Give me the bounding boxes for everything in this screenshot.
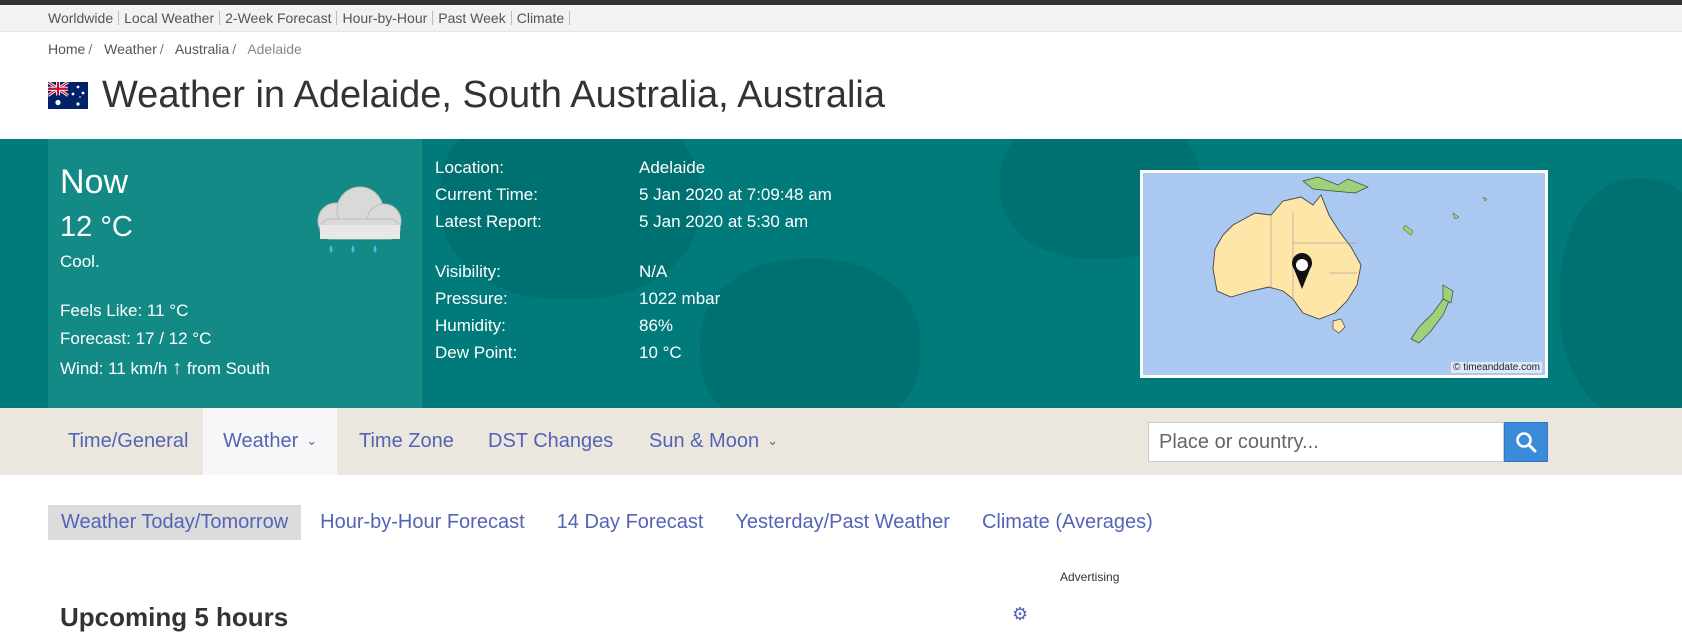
detail-value: 86% — [639, 316, 674, 335]
detail-row-dew-point: Dew Point: 10 °C — [435, 343, 832, 370]
nav-dst-changes[interactable]: DST Changes — [468, 408, 633, 475]
top-subnav: Worldwide Local Weather 2-Week Forecast … — [0, 5, 1682, 32]
subnav-2-week-forecast[interactable]: 2-Week Forecast — [220, 11, 338, 25]
detail-key: Dew Point: — [435, 343, 518, 362]
weather-hero: Now 12 °C Cool. Feels Like: 11 °C Foreca… — [0, 139, 1682, 408]
detail-value: Adelaide — [639, 158, 706, 177]
weather-tabs: Weather Today/Tomorrow Hour-by-Hour Fore… — [48, 505, 1172, 540]
tab-hour-by-hour-forecast[interactable]: Hour-by-Hour Forecast — [307, 505, 538, 540]
tab-yesterday-past-weather[interactable]: Yesterday/Past Weather — [722, 505, 963, 540]
detail-value: 5 Jan 2020 at 7:09:48 am — [639, 185, 832, 204]
detail-value: 10 °C — [639, 343, 682, 362]
breadcrumb-australia[interactable]: Australia — [175, 41, 229, 57]
now-panel: Now 12 °C Cool. Feels Like: 11 °C Foreca… — [48, 139, 422, 408]
breadcrumb-current: Adelaide — [247, 41, 302, 57]
detail-row-current-time: Current Time: 5 Jan 2020 at 7:09:48 am — [435, 185, 832, 212]
wind-info: Wind: 11 km/h ↑ from South — [60, 357, 270, 380]
feels-like: Feels Like: 11 °C — [60, 301, 189, 320]
detail-row-latest-report: Latest Report: 5 Jan 2020 at 5:30 am — [435, 212, 832, 239]
chevron-down-icon: ⌄ — [767, 433, 778, 448]
detail-key: Current Time: — [435, 185, 538, 204]
upcoming-hours-heading: Upcoming 5 hours — [60, 602, 289, 632]
search-icon — [1516, 432, 1537, 453]
detail-key: Location: — [435, 158, 504, 177]
detail-row-humidity: Humidity: 86% — [435, 316, 832, 343]
location-map[interactable]: © timeanddate.com — [1140, 170, 1548, 378]
nav-label: Time/General — [68, 430, 189, 452]
wind-arrow-icon: ↑ — [172, 357, 183, 379]
nav-label: Sun & Moon — [649, 430, 760, 452]
map-canvas: © timeanddate.com — [1143, 173, 1545, 375]
australia-flag-icon — [48, 82, 88, 109]
breadcrumb-sep: / — [232, 41, 237, 57]
search-input[interactable] — [1148, 422, 1504, 462]
breadcrumb-sep: / — [88, 41, 93, 57]
detail-key: Latest Report: — [435, 212, 542, 231]
now-label: Now — [60, 163, 129, 201]
wind-speed: Wind: 11 km/h — [60, 359, 168, 378]
nav-label: Weather — [223, 430, 299, 452]
nav-label: DST Changes — [488, 430, 614, 452]
subnav-worldwide[interactable]: Worldwide — [48, 11, 120, 25]
weather-details: Location: Adelaide Current Time: 5 Jan 202… — [435, 158, 832, 370]
chevron-down-icon: ⌄ — [306, 433, 318, 448]
subnav-climate[interactable]: Climate — [512, 11, 571, 25]
nav-sun-moon[interactable]: Sun & Moon ⌄ — [629, 408, 798, 475]
condition-description: Cool. — [60, 252, 100, 271]
title-row: Weather in Adelaide, South Australia, Au… — [48, 74, 885, 117]
detail-row-pressure: Pressure: 1022 mbar — [435, 289, 832, 316]
breadcrumb-sep: / — [159, 41, 164, 57]
tab-climate-averages[interactable]: Climate (Averages) — [969, 505, 1166, 540]
breadcrumb-home[interactable]: Home — [48, 41, 85, 57]
gear-icon[interactable]: ⚙ — [1012, 604, 1028, 625]
wind-direction: from South — [186, 359, 271, 378]
detail-row-visibility: Visibility: N/A — [435, 262, 832, 289]
detail-value: 5 Jan 2020 at 5:30 am — [639, 212, 809, 231]
subnav-past-week[interactable]: Past Week — [433, 11, 512, 25]
search-box — [1148, 422, 1548, 462]
nav-time-zone[interactable]: Time Zone — [339, 408, 474, 475]
tab-14-day-forecast[interactable]: 14 Day Forecast — [544, 505, 717, 540]
detail-key: Visibility: — [435, 262, 501, 281]
australia-map-icon — [1212, 176, 1488, 344]
search-button[interactable] — [1504, 422, 1548, 462]
nav-label: Time Zone — [359, 430, 454, 452]
detail-row-location: Location: Adelaide — [435, 158, 832, 185]
subnav-hour-by-hour[interactable]: Hour-by-Hour — [337, 11, 434, 25]
nav-weather[interactable]: Weather ⌄ — [203, 408, 338, 475]
main-nav: Time/General Weather ⌄ Time Zone DST Chan… — [0, 408, 1682, 475]
advertising-label: Advertising — [1060, 570, 1120, 584]
current-temperature: 12 °C — [60, 211, 133, 243]
detail-key: Pressure: — [435, 289, 508, 308]
map-credit: © timeanddate.com — [1451, 362, 1542, 373]
breadcrumb-weather[interactable]: Weather — [104, 41, 157, 57]
bg-world-shape — [1560, 179, 1682, 408]
nav-time-general[interactable]: Time/General — [48, 408, 208, 475]
page-title: Weather in Adelaide, South Australia, Au… — [102, 74, 886, 116]
detail-key: Humidity: — [435, 316, 506, 335]
detail-value: 1022 mbar — [639, 289, 721, 308]
rain-cloud-icon — [317, 186, 402, 253]
tab-weather-today-tomorrow[interactable]: Weather Today/Tomorrow — [48, 505, 302, 540]
detail-value: N/A — [639, 262, 668, 281]
subnav-local-weather[interactable]: Local Weather — [119, 11, 221, 25]
forecast-range: Forecast: 17 / 12 °C — [60, 329, 212, 348]
breadcrumb: Home / Weather / Australia / Adelaide — [48, 41, 302, 57]
